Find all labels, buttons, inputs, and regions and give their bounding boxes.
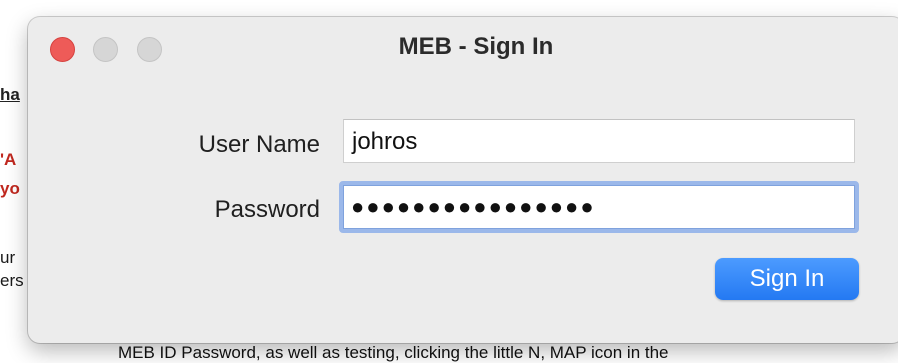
background-bottom-text: MEB ID Password, as well as testing, cli… [118, 343, 669, 362]
background-heading-fragment: ha [0, 85, 20, 104]
username-label: User Name [198, 131, 320, 158]
password-label: Password [214, 196, 320, 223]
background-red-text-fragment: 'A [0, 150, 17, 169]
dialog-title: MEB - Sign In [398, 33, 554, 60]
background-text-fragment: ers [0, 271, 24, 290]
sign-in-dialog: MEB - Sign In User Name johros Password … [28, 17, 898, 343]
username-field[interactable]: johros [343, 119, 855, 163]
title-bar: MEB - Sign In [28, 17, 898, 73]
sign-in-button[interactable]: Sign In [715, 258, 859, 300]
background-text-fragment: ur [0, 248, 16, 267]
background-red-text-fragment: yo [0, 179, 20, 198]
password-field[interactable]: ●●●●●●●●●●●●●●●● [339, 181, 859, 233]
